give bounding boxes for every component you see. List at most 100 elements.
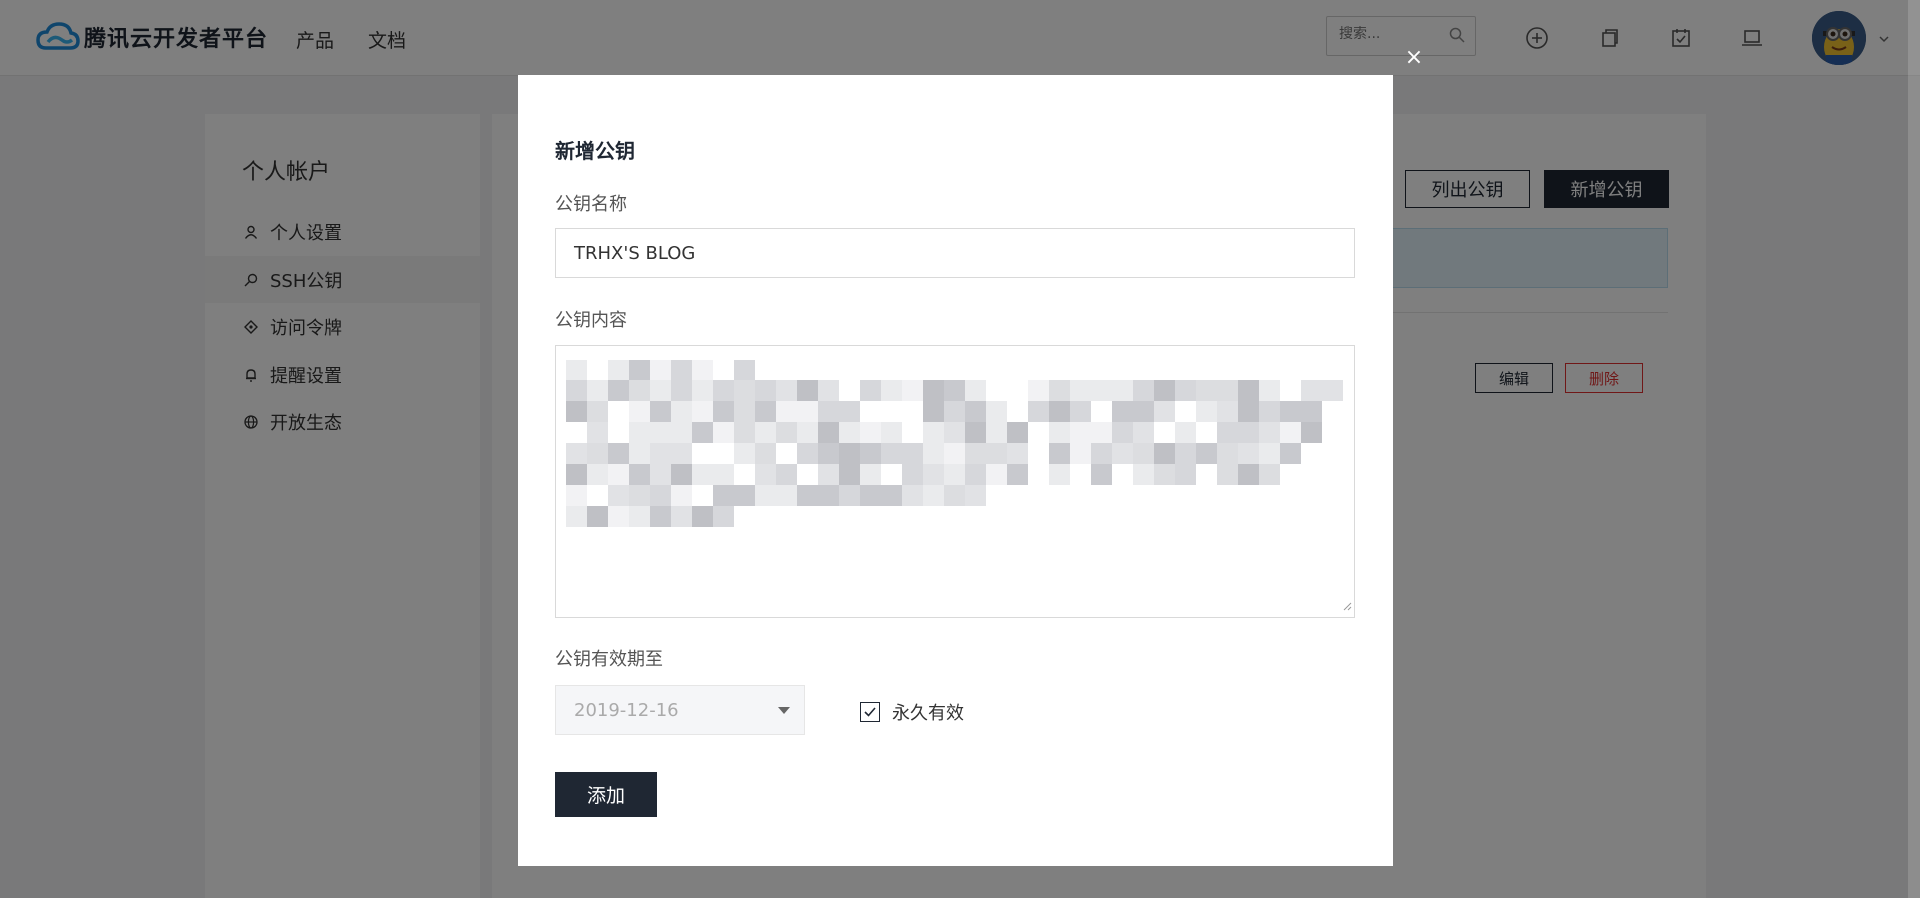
mosaic-block bbox=[1112, 380, 1133, 401]
mosaic-block bbox=[1301, 401, 1322, 422]
dialog-title: 新增公钥 bbox=[555, 139, 635, 163]
mosaic-block bbox=[986, 443, 1007, 464]
mosaic-block bbox=[587, 443, 608, 464]
mosaic-block bbox=[566, 464, 587, 485]
mosaic-block bbox=[629, 422, 650, 443]
mosaic-block bbox=[776, 401, 797, 422]
mosaic-block bbox=[881, 443, 902, 464]
mosaic-block bbox=[1133, 422, 1154, 443]
mosaic-block bbox=[965, 443, 986, 464]
mosaic-block bbox=[608, 443, 629, 464]
mosaic-block bbox=[671, 464, 692, 485]
mosaic-block bbox=[587, 464, 608, 485]
resize-handle-icon[interactable] bbox=[1342, 596, 1352, 615]
mosaic-block bbox=[566, 360, 587, 381]
close-icon[interactable]: × bbox=[1404, 47, 1424, 69]
mosaic-block bbox=[797, 422, 818, 443]
mosaic-block bbox=[587, 380, 608, 401]
mosaic-block bbox=[776, 422, 797, 443]
mosaic-block bbox=[860, 380, 881, 401]
caret-down-icon bbox=[778, 707, 790, 714]
mosaic-block bbox=[692, 506, 713, 527]
submit-add-button[interactable]: 添加 bbox=[555, 772, 657, 817]
mosaic-block bbox=[734, 485, 755, 506]
mosaic-block bbox=[755, 380, 776, 401]
mosaic-block bbox=[1301, 380, 1322, 401]
mosaic-block bbox=[797, 443, 818, 464]
mosaic-block bbox=[797, 380, 818, 401]
mosaic-block bbox=[839, 422, 860, 443]
mosaic-block bbox=[776, 464, 797, 485]
check-icon bbox=[864, 707, 876, 717]
mosaic-block bbox=[965, 401, 986, 422]
mosaic-block bbox=[1259, 422, 1280, 443]
mosaic-block bbox=[839, 401, 860, 422]
mosaic-block bbox=[629, 443, 650, 464]
mosaic-block bbox=[1049, 401, 1070, 422]
mosaic-block bbox=[692, 401, 713, 422]
mosaic-block bbox=[986, 401, 1007, 422]
mosaic-block bbox=[1070, 422, 1091, 443]
mosaic-block bbox=[1112, 443, 1133, 464]
mosaic-block bbox=[1217, 443, 1238, 464]
key-content-textarea[interactable] bbox=[555, 345, 1355, 618]
mosaic-block bbox=[1259, 380, 1280, 401]
key-name-label: 公钥名称 bbox=[555, 194, 627, 215]
mosaic-block bbox=[1154, 464, 1175, 485]
expiry-date-select[interactable]: 2019-12-16 bbox=[555, 685, 805, 735]
mosaic-block bbox=[902, 380, 923, 401]
page-scrollbar[interactable] bbox=[1908, 0, 1920, 898]
mosaic-block bbox=[734, 380, 755, 401]
mosaic-block bbox=[671, 422, 692, 443]
mosaic-block bbox=[902, 464, 923, 485]
mosaic-block bbox=[776, 380, 797, 401]
mosaic-block bbox=[608, 360, 629, 381]
mosaic-block bbox=[1280, 401, 1301, 422]
mosaic-block bbox=[881, 422, 902, 443]
mosaic-block bbox=[1196, 443, 1217, 464]
mosaic-block bbox=[587, 401, 608, 422]
mosaic-block bbox=[860, 422, 881, 443]
mosaic-block bbox=[818, 464, 839, 485]
mosaic-block bbox=[755, 422, 776, 443]
mosaic-block bbox=[1154, 401, 1175, 422]
mosaic-block bbox=[944, 380, 965, 401]
mosaic-block bbox=[1091, 464, 1112, 485]
mosaic-block bbox=[1196, 401, 1217, 422]
mosaic-block bbox=[608, 380, 629, 401]
mosaic-block bbox=[1196, 380, 1217, 401]
mosaic-block bbox=[1217, 422, 1238, 443]
mosaic-block bbox=[923, 485, 944, 506]
mosaic-block bbox=[902, 485, 923, 506]
mosaic-block bbox=[1280, 443, 1301, 464]
permanent-checkbox-row[interactable]: 永久有效 bbox=[860, 699, 964, 725]
mosaic-block bbox=[1007, 464, 1028, 485]
mosaic-block bbox=[650, 360, 671, 381]
mosaic-block bbox=[944, 401, 965, 422]
mosaic-block bbox=[734, 422, 755, 443]
mosaic-block bbox=[1280, 422, 1301, 443]
mosaic-block bbox=[629, 401, 650, 422]
mosaic-block bbox=[818, 380, 839, 401]
mosaic-block bbox=[734, 401, 755, 422]
mosaic-block bbox=[839, 443, 860, 464]
mosaic-block bbox=[797, 401, 818, 422]
mosaic-block bbox=[1175, 443, 1196, 464]
mosaic-block bbox=[944, 422, 965, 443]
mosaic-block bbox=[1070, 443, 1091, 464]
mosaic-block bbox=[965, 422, 986, 443]
expiry-date-value: 2019-12-16 bbox=[574, 699, 679, 721]
permanent-checkbox[interactable] bbox=[860, 702, 880, 722]
mosaic-block bbox=[650, 443, 671, 464]
mosaic-block bbox=[1028, 380, 1049, 401]
mosaic-block bbox=[692, 380, 713, 401]
mosaic-block bbox=[608, 485, 629, 506]
mosaic-block bbox=[1070, 380, 1091, 401]
mosaic-block bbox=[923, 443, 944, 464]
expiry-label: 公钥有效期至 bbox=[555, 649, 663, 670]
mosaic-block bbox=[1070, 401, 1091, 422]
mosaic-block bbox=[1091, 443, 1112, 464]
mosaic-block bbox=[1154, 443, 1175, 464]
key-name-input[interactable]: TRHX'S BLOG bbox=[555, 228, 1355, 278]
mosaic-block bbox=[1238, 443, 1259, 464]
